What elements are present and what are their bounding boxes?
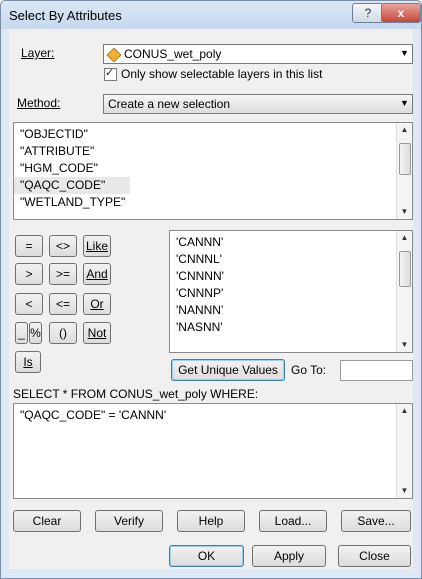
goto-label: Go To: xyxy=(291,363,327,377)
field-item[interactable]: "HGM_CODE" xyxy=(14,160,412,177)
not-equals-button[interactable]: <> xyxy=(49,235,77,257)
help-icon[interactable]: ? xyxy=(352,3,384,23)
less-equal-button[interactable]: <= xyxy=(49,293,77,315)
save-button[interactable]: Save... xyxy=(341,510,411,532)
not-button[interactable]: Not xyxy=(83,322,111,344)
query-text: "QAQC_CODE" = 'CANNN' xyxy=(20,408,167,422)
value-item[interactable]: 'CANNN' xyxy=(170,234,412,251)
selectable-only-checkbox[interactable] xyxy=(104,66,117,81)
is-button[interactable]: Is xyxy=(15,351,41,373)
dialog-window: Select By Attributes ? x Layer: CONUS_we… xyxy=(0,0,422,579)
value-item[interactable]: 'CNNNN' xyxy=(170,268,412,285)
fields-scrollbar[interactable]: ▲ ▼ xyxy=(396,123,412,219)
title-bar[interactable]: Select By Attributes ? x xyxy=(1,1,421,29)
apply-button[interactable]: Apply xyxy=(252,545,326,567)
value-item[interactable]: 'NANNN' xyxy=(170,302,412,319)
layer-label: Layer: xyxy=(21,46,55,60)
scroll-down-icon[interactable]: ▼ xyxy=(397,205,412,219)
layer-dropdown[interactable]: CONUS_wet_poly ▼ xyxy=(103,44,413,64)
scroll-up-icon[interactable]: ▲ xyxy=(397,231,412,245)
less-than-button[interactable]: < xyxy=(15,293,43,315)
value-item[interactable]: 'CNNNP' xyxy=(170,285,412,302)
field-item[interactable]: "OBJECTID" xyxy=(14,126,412,143)
method-dropdown[interactable]: Create a new selection ▼ xyxy=(103,94,413,114)
greater-equal-button[interactable]: >= xyxy=(49,263,77,285)
ok-button[interactable]: OK xyxy=(169,545,244,567)
scroll-up-icon[interactable]: ▲ xyxy=(397,404,412,418)
query-header: SELECT * FROM CONUS_wet_poly WHERE: xyxy=(13,387,259,401)
scroll-down-icon[interactable]: ▼ xyxy=(397,484,412,498)
greater-than-button[interactable]: > xyxy=(15,263,43,285)
field-item[interactable]: "WETLAND_TYPE" xyxy=(14,194,412,211)
like-button[interactable]: Like xyxy=(83,235,111,257)
percent-button[interactable]: % xyxy=(29,322,42,344)
method-label: Method: xyxy=(17,96,61,110)
unique-values-list[interactable]: 'CANNN' 'CNNNL' 'CNNNN' 'CNNNP' 'NANNN' … xyxy=(169,230,413,353)
polygon-layer-icon xyxy=(106,47,122,63)
parentheses-button[interactable]: () xyxy=(49,322,77,344)
field-item[interactable]: "ATTRIBUTE" xyxy=(14,143,412,160)
selectable-only-label: Only show selectable layers in this list xyxy=(121,67,323,81)
scroll-thumb[interactable] xyxy=(399,251,411,287)
verify-button[interactable]: Verify xyxy=(95,510,163,532)
scroll-thumb[interactable] xyxy=(399,143,411,175)
goto-input[interactable] xyxy=(340,360,413,381)
close-button[interactable]: Close xyxy=(338,545,411,567)
dialog-body: Layer: CONUS_wet_poly ▼ Only show select… xyxy=(9,29,413,569)
window-title: Select By Attributes xyxy=(9,8,122,23)
equals-button[interactable]: = xyxy=(15,235,43,257)
value-item[interactable]: 'CNNNL' xyxy=(170,251,412,268)
help-button[interactable]: Help xyxy=(177,510,245,532)
query-scrollbar[interactable]: ▲ ▼ xyxy=(396,404,412,498)
or-button[interactable]: Or xyxy=(83,293,111,315)
chevron-down-icon: ▼ xyxy=(400,48,409,58)
get-unique-values-button[interactable]: Get Unique Values xyxy=(171,359,285,381)
and-button[interactable]: And xyxy=(83,263,111,285)
field-item-selected[interactable]: "QAQC_CODE" xyxy=(14,177,130,194)
method-value: Create a new selection xyxy=(108,97,231,111)
load-button[interactable]: Load... xyxy=(259,510,327,532)
values-scrollbar[interactable]: ▲ ▼ xyxy=(396,231,412,352)
query-textarea[interactable]: "QAQC_CODE" = 'CANNN' ▲ ▼ xyxy=(13,403,413,499)
clear-button[interactable]: Clear xyxy=(13,510,81,532)
close-icon[interactable]: x xyxy=(381,3,421,23)
fields-list[interactable]: "OBJECTID" "ATTRIBUTE" "HGM_CODE" "QAQC_… xyxy=(13,122,413,220)
value-item[interactable]: 'NASNN' xyxy=(170,319,412,336)
underscore-button[interactable]: _ xyxy=(15,322,28,344)
chevron-down-icon: ▼ xyxy=(400,98,409,108)
scroll-down-icon[interactable]: ▼ xyxy=(397,338,412,352)
scroll-up-icon[interactable]: ▲ xyxy=(397,123,412,137)
layer-value: CONUS_wet_poly xyxy=(124,47,222,61)
